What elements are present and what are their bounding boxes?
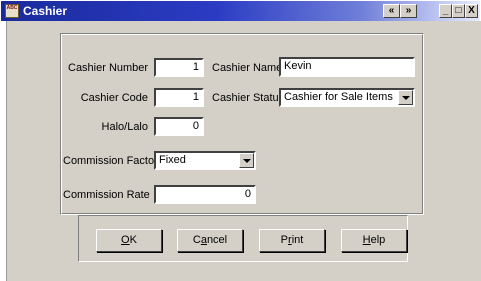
- commission-factor-label: Commission Factor: [63, 155, 158, 167]
- commission-rate-input[interactable]: 0: [154, 185, 256, 204]
- ok-label: K: [129, 234, 137, 246]
- cashier-status-dropdown[interactable]: Cashier for Sale Items: [279, 88, 415, 107]
- help-button[interactable]: Help: [341, 229, 407, 252]
- cashier-name-label: Cashier Name: [212, 62, 283, 74]
- next-record-button[interactable]: »: [400, 4, 417, 18]
- maximize-button[interactable]: □: [452, 4, 465, 18]
- print-label-start: P: [280, 234, 289, 246]
- chevron-down-icon[interactable]: [398, 90, 413, 105]
- cashier-app-icon[interactable]: ABC: [5, 4, 19, 18]
- help-mnemonic: H: [362, 234, 371, 246]
- commission-factor-dropdown[interactable]: Fixed: [154, 151, 256, 170]
- cashier-number-label: Cashier Number: [68, 62, 149, 74]
- commission-factor-value: Fixed: [159, 154, 186, 166]
- cashier-status-label: Cashier Status: [212, 92, 285, 104]
- cancel-button[interactable]: Cancel: [177, 229, 243, 252]
- cancel-label-start: C: [192, 234, 201, 246]
- halo-lalo-label: Halo/Lalo: [101, 121, 148, 133]
- cancel-label: ncel: [206, 234, 228, 246]
- ok-button[interactable]: OK: [96, 229, 162, 252]
- help-label: elp: [370, 234, 386, 246]
- close-button[interactable]: X: [465, 4, 478, 18]
- previous-record-button[interactable]: «: [383, 4, 400, 18]
- print-button[interactable]: Print: [259, 229, 325, 252]
- ok-mnemonic: O: [121, 234, 130, 246]
- cashier-number-input[interactable]: 1: [154, 58, 204, 77]
- print-label: int: [291, 234, 304, 246]
- chevron-down-icon[interactable]: [239, 153, 254, 168]
- cashier-code-label: Cashier Code: [80, 92, 148, 104]
- minimize-button[interactable]: _: [439, 4, 452, 18]
- cashier-window: ABC Cashier « » _ □ X Cashier Number 1 C…: [0, 0, 481, 281]
- halo-lalo-input[interactable]: 0: [154, 117, 204, 136]
- commission-rate-label: Commission Rate: [63, 189, 150, 201]
- window-title: Cashier: [23, 4, 68, 18]
- cashier-name-input[interactable]: Kevin: [279, 57, 415, 77]
- title-bar[interactable]: ABC Cashier « » _ □ X: [1, 1, 480, 21]
- cashier-status-value: Cashier for Sale Items: [284, 91, 393, 103]
- cashier-code-input[interactable]: 1: [154, 88, 204, 107]
